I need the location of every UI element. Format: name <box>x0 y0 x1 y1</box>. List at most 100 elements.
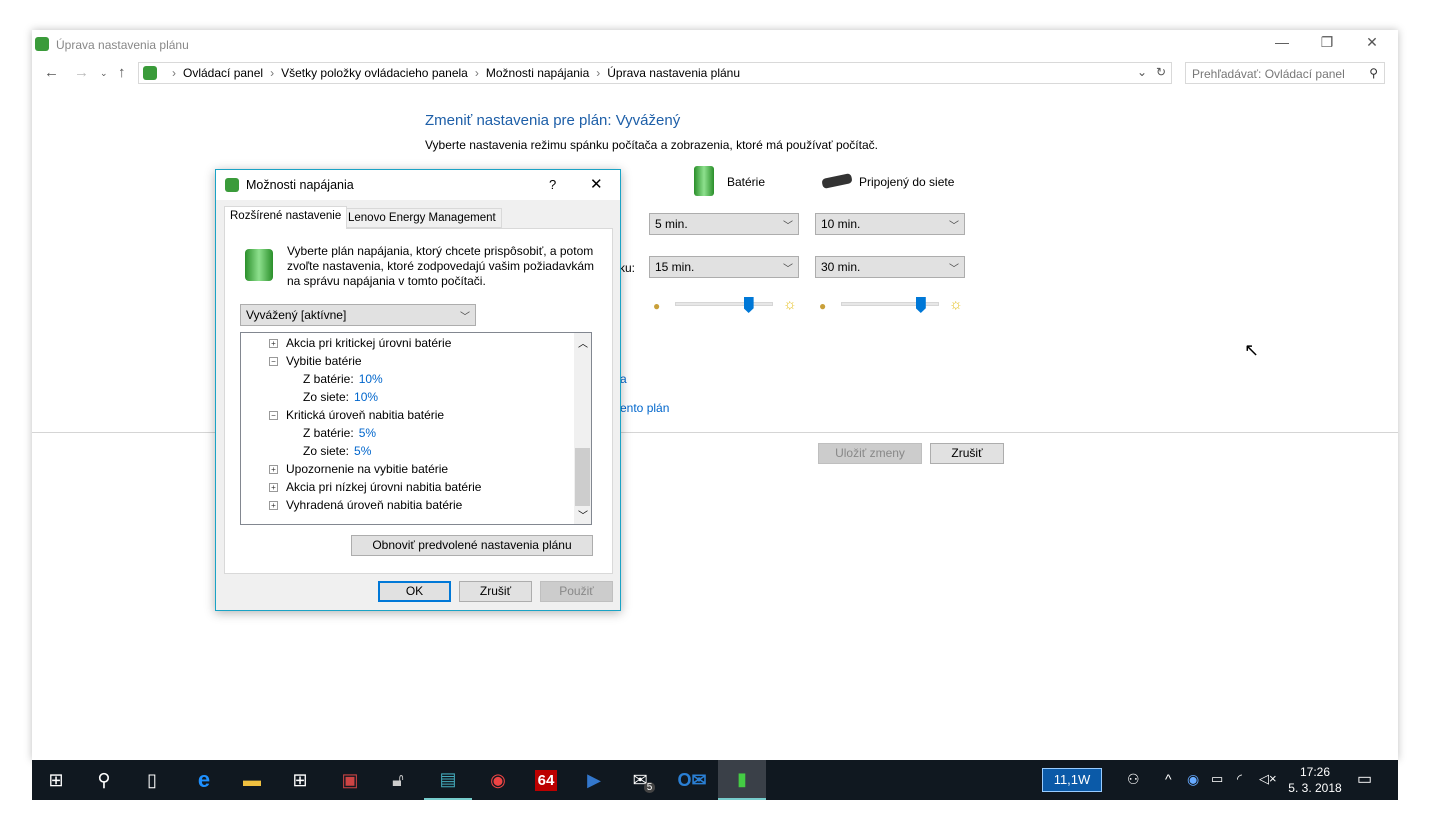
brightness-battery-slider[interactable] <box>675 297 773 313</box>
help-button[interactable]: ? <box>549 177 556 192</box>
task-view-icon[interactable]: ▯ <box>128 760 176 800</box>
volume-muted-icon[interactable]: ◁× <box>1259 771 1277 787</box>
sleep-battery-select[interactable]: 15 min. ﹀ <box>649 256 799 278</box>
app-64-icon[interactable]: 64 <box>534 769 558 791</box>
dialog-cancel-button[interactable]: Zrušiť <box>459 581 532 602</box>
selected-value: 30 min. <box>821 260 861 274</box>
expand-icon[interactable]: + <box>269 465 278 475</box>
tree-item-label: Vyhradená úroveň nabitia batérie <box>286 498 463 512</box>
start-windows-icon[interactable]: ⊞ <box>32 760 80 800</box>
control-panel-icon[interactable]: ▤ <box>424 760 472 800</box>
scrollbar-thumb[interactable] <box>575 448 590 506</box>
plan-select[interactable]: Vyvážený [aktívne] ﹀ <box>240 304 476 326</box>
tree-item[interactable]: + Upozornenie na vybitie batérie <box>269 460 448 478</box>
tree-item-value[interactable]: 10% <box>354 390 378 404</box>
slider-thumb[interactable] <box>743 297 754 313</box>
mail-icon[interactable]: ✉ 5 <box>620 760 668 800</box>
window-title: Úprava nastavenia plánu <box>56 38 189 52</box>
tree-item[interactable]: Z batérie: 5% <box>303 424 376 442</box>
display-off-battery-select[interactable]: 5 min. ﹀ <box>649 213 799 235</box>
up-icon[interactable]: ↑ <box>118 64 126 81</box>
breadcrumb-item[interactable]: Úprava nastavenia plánu <box>607 66 740 80</box>
tree-item[interactable]: − Kritická úroveň nabitia batérie <box>269 406 444 424</box>
close-button[interactable]: ✕ <box>1352 34 1392 51</box>
search-input[interactable]: Prehľadávať: Ovládací panel ⚲ <box>1185 62 1385 84</box>
slider-thumb[interactable] <box>915 297 926 313</box>
dialog-close-button[interactable]: ✕ <box>590 175 603 193</box>
settings-tree[interactable]: ︿ ﹀ + Akcia pri kritickej úrovni batérie −… <box>240 332 592 525</box>
restore-plan-link[interactable]: ento plán <box>620 401 669 415</box>
tree-item[interactable]: Zo siete: 5% <box>303 442 371 460</box>
advanced-settings-link[interactable]: a <box>620 372 627 386</box>
apply-button[interactable]: Použiť <box>540 581 613 602</box>
people-icon[interactable]: ⚇ <box>1127 771 1140 788</box>
page-subtitle: Vyberte nastavenia režimu spánku počítač… <box>425 138 878 152</box>
outlook-icon[interactable]: O✉ <box>668 760 716 800</box>
lock-app-icon[interactable]: 🔓︎ <box>374 760 422 800</box>
battery-icon <box>694 166 714 196</box>
breadcrumb-item[interactable]: Možnosti napájania <box>486 66 589 80</box>
breadcrumb-item[interactable]: Všetky položky ovládacieho panela <box>281 66 468 80</box>
plug-icon <box>821 172 853 190</box>
refresh-icon[interactable]: ↻ <box>1156 65 1166 79</box>
tray-app-icon[interactable]: ◉ <box>1187 771 1199 788</box>
minimize-button[interactable]: — <box>1262 34 1302 50</box>
scrollbar[interactable]: ︿ ﹀ <box>574 333 591 524</box>
power-options-icon <box>35 37 49 51</box>
display-off-plugged-select[interactable]: 10 min. ﹀ <box>815 213 965 235</box>
selected-value: 5 min. <box>655 217 688 231</box>
tree-item[interactable]: + Akcia pri kritickej úrovni batérie <box>269 334 451 352</box>
chrome-icon[interactable]: ◉ <box>474 760 522 800</box>
action-center-icon[interactable]: ▭ <box>1357 769 1372 789</box>
tab-lenovo-energy-management[interactable]: Lenovo Energy Management <box>342 208 502 228</box>
tree-item[interactable]: + Akcia pri nízkej úrovni nabitia batérie <box>269 478 481 496</box>
expand-icon[interactable]: + <box>269 501 278 511</box>
file-explorer-icon[interactable]: ▬ <box>228 760 276 800</box>
ok-button[interactable]: OK <box>378 581 451 602</box>
floppy-app-icon[interactable]: ▣ <box>326 760 374 800</box>
store-icon[interactable]: ⊞ <box>276 760 324 800</box>
back-icon[interactable]: ← <box>44 64 59 81</box>
chevron-down-icon[interactable]: ⌄ <box>1137 65 1147 79</box>
tree-item-label: Kritická úroveň nabitia batérie <box>286 408 445 422</box>
expand-icon[interactable]: + <box>269 339 278 349</box>
search-icon[interactable]: ⚲ <box>80 760 128 800</box>
chevron-down-icon: ﹀ <box>783 221 793 232</box>
restore-button[interactable]: ❐ <box>1307 34 1347 51</box>
tree-item-value[interactable]: 5% <box>359 426 376 440</box>
clock[interactable]: 17:26 5. 3. 2018 <box>1285 764 1345 796</box>
scroll-down-icon[interactable]: ﹀ <box>578 507 588 522</box>
tree-item[interactable]: Zo siete: 10% <box>303 388 378 406</box>
tree-item-value[interactable]: 10% <box>359 372 383 386</box>
media-player-icon[interactable]: ▶ <box>570 760 618 800</box>
expand-icon[interactable]: + <box>269 483 278 493</box>
power-meter-widget[interactable]: 11,1W <box>1042 768 1102 792</box>
chevron-up-icon[interactable]: ^ <box>1165 771 1172 787</box>
breadcrumb-item[interactable]: Ovládací panel <box>183 66 263 80</box>
collapse-icon[interactable]: − <box>269 357 278 367</box>
tree-item[interactable]: + Vyhradená úroveň nabitia batérie <box>269 496 462 514</box>
cancel-button[interactable]: Zrušiť <box>930 443 1004 464</box>
tree-item-value[interactable]: 5% <box>354 444 371 458</box>
time: 17:26 <box>1299 765 1331 779</box>
restore-defaults-button[interactable]: Obnoviť predvolené nastavenia plánu <box>351 535 593 556</box>
address-bar[interactable]: › Ovládací panel › Všetky položky ovládaci… <box>138 62 1172 84</box>
wifi-icon[interactable]: ◜ <box>1237 771 1242 787</box>
tree-item[interactable]: Z batérie: 10% <box>303 370 383 388</box>
scroll-up-icon[interactable]: ︿ <box>578 335 588 350</box>
chevron-down-icon: ﹀ <box>949 221 959 232</box>
sleep-plugged-select[interactable]: 30 min. ﹀ <box>815 256 965 278</box>
battery-charging-icon[interactable]: ▭ <box>1211 771 1223 787</box>
dim-brightness-icon: ● <box>653 299 661 313</box>
tree-item-label: Akcia pri nízkej úrovni nabitia batérie <box>286 480 482 494</box>
tab-advanced-settings[interactable]: Rozšírené nastavenie <box>224 206 348 229</box>
power-options-taskbar-icon[interactable]: ▮ <box>718 760 766 800</box>
save-changes-button[interactable]: Uložiť zmeny <box>818 443 922 464</box>
edge-icon[interactable]: e <box>180 760 228 800</box>
recent-chevron-icon[interactable]: ⌄ <box>100 68 108 79</box>
sleep-label-fragment: ku: <box>619 261 636 275</box>
tree-item[interactable]: − Vybitie batérie <box>269 352 362 370</box>
collapse-icon[interactable]: − <box>269 411 278 421</box>
forward-icon[interactable]: → <box>74 64 89 81</box>
brightness-plugged-slider[interactable] <box>841 297 939 313</box>
